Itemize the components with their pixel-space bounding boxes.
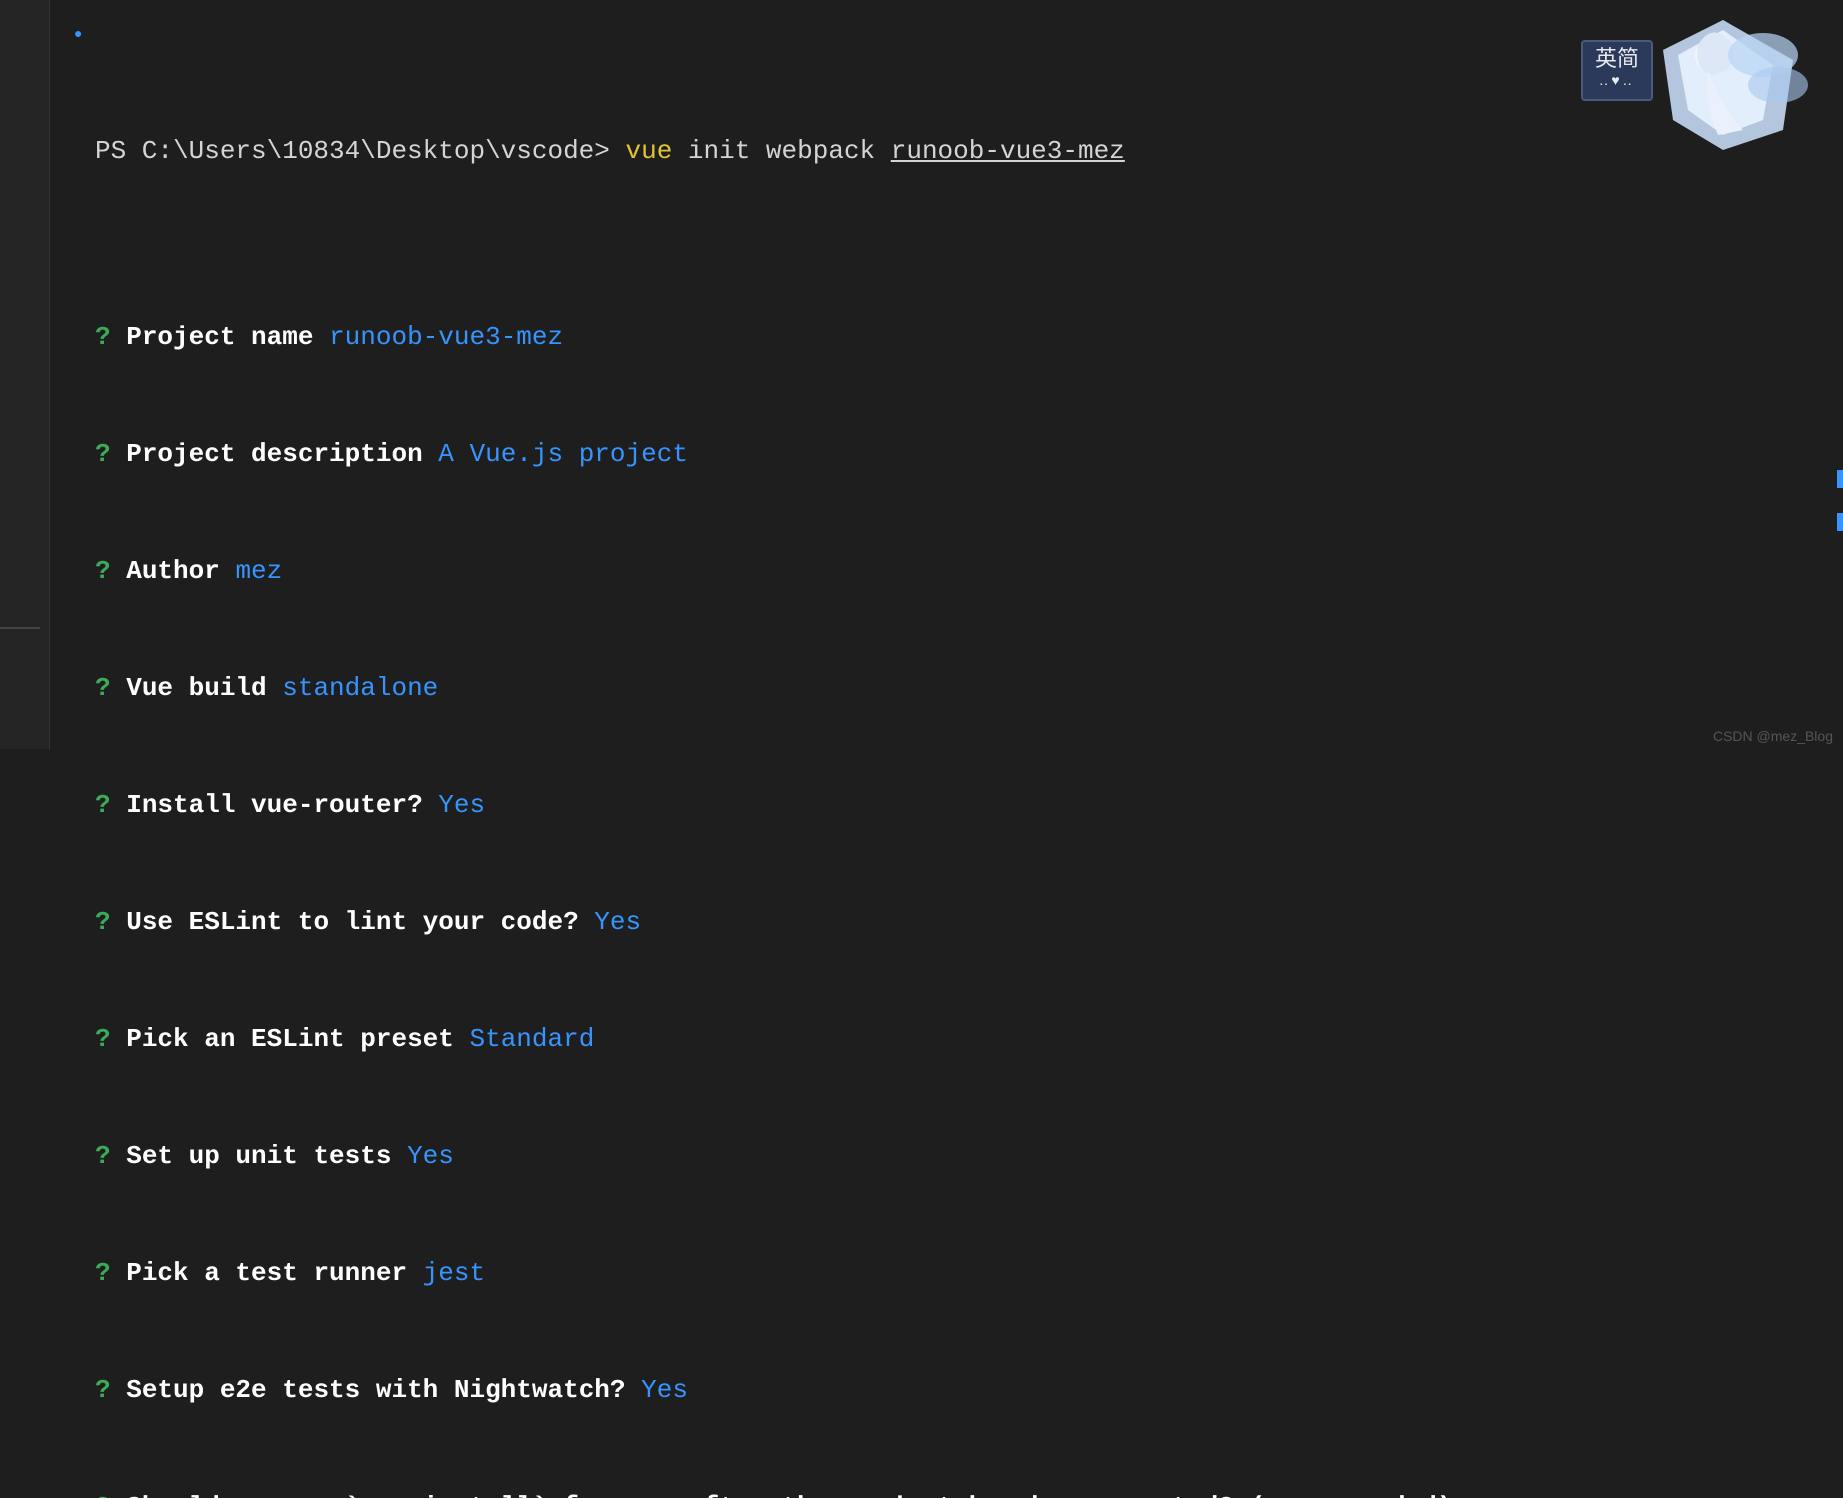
question-label: Author (126, 556, 235, 586)
scroll-mark-icon (1837, 513, 1843, 531)
prompt-question: ? Vue build standalone (95, 669, 1843, 708)
question-answer: Yes (407, 1141, 454, 1171)
question-mark-icon: ? (95, 673, 111, 703)
question-label: Pick an ESLint preset (126, 1024, 469, 1054)
fairy-avatar-icon (1623, 0, 1823, 160)
question-mark-icon: ? (95, 439, 111, 469)
question-mark-icon: ? (95, 556, 111, 586)
question-answer: A Vue.js project (438, 439, 688, 469)
question-mark-icon: ? (95, 1024, 111, 1054)
prompt-question: ? Set up unit tests Yes (95, 1137, 1843, 1176)
status-bullet-icon: ● (74, 25, 82, 46)
scroll-mark-icon (1837, 470, 1843, 488)
watermark-text: CSDN @mez_Blog (1713, 728, 1833, 744)
prompt-question: ? Install vue-router? Yes (95, 786, 1843, 825)
prompt-question: ? Author mez (95, 552, 1843, 591)
question-label: Set up unit tests (126, 1141, 407, 1171)
question-label: Setup e2e tests with Nightwatch? (126, 1375, 641, 1405)
gutter-divider (0, 627, 40, 629)
editor-gutter (0, 0, 50, 749)
question-label: Pick a test runner (126, 1258, 422, 1288)
question-mark-icon: ? (95, 1492, 111, 1498)
question-answer: Yes (438, 790, 485, 820)
prompt-question: ? Pick an ESLint preset Standard (95, 1020, 1843, 1059)
prompt-question: ? Pick a test runner jest (95, 1254, 1843, 1293)
question-mark-icon: ? (95, 1141, 111, 1171)
question-answer: standalone (282, 673, 438, 703)
question-mark-icon: ? (95, 907, 111, 937)
question-label: Should we run `npm install` for you afte… (126, 1492, 1468, 1498)
question-mark-icon: ? (95, 790, 111, 820)
question-answer: mez (235, 556, 282, 586)
command-main: vue (626, 136, 673, 166)
question-mark-icon: ? (95, 322, 111, 352)
terminal-output[interactable]: ● PS C:\Users\10834\Desktop\vscode> vue … (0, 0, 1843, 1498)
prompt-question: ? Should we run `npm install` for you af… (95, 1488, 1843, 1498)
question-answer: Standard (469, 1024, 594, 1054)
prompt-question: ? Setup e2e tests with Nightwatch? Yes (95, 1371, 1843, 1410)
prompt-question: ? Project description A Vue.js project (95, 435, 1843, 474)
question-label: Project name (126, 322, 329, 352)
question-label: Project description (126, 439, 438, 469)
question-answer: jest (423, 1258, 485, 1288)
question-answer: runoob-vue3-mez (329, 322, 563, 352)
question-label: Vue build (126, 673, 282, 703)
prompt-question: ? Use ESLint to lint your code? Yes (95, 903, 1843, 942)
question-label: Install vue-router? (126, 790, 438, 820)
question-mark-icon: ? (95, 1258, 111, 1288)
scrollbar-marks (1837, 470, 1843, 556)
question-label: Use ESLint to lint your code? (126, 907, 594, 937)
command-args: init webpack (672, 136, 890, 166)
ps-prompt: PS C:\Users\10834\Desktop\vscode> (95, 136, 626, 166)
prompt-question: ? Project name runoob-vue3-mez (95, 318, 1843, 357)
question-answer: Yes (641, 1375, 688, 1405)
question-answer: npm (1468, 1492, 1515, 1498)
command-line: PS C:\Users\10834\Desktop\vscode> vue in… (95, 132, 1843, 171)
question-answer: Yes (594, 907, 641, 937)
command-project: runoob-vue3-mez (891, 136, 1125, 166)
question-mark-icon: ? (95, 1375, 111, 1405)
